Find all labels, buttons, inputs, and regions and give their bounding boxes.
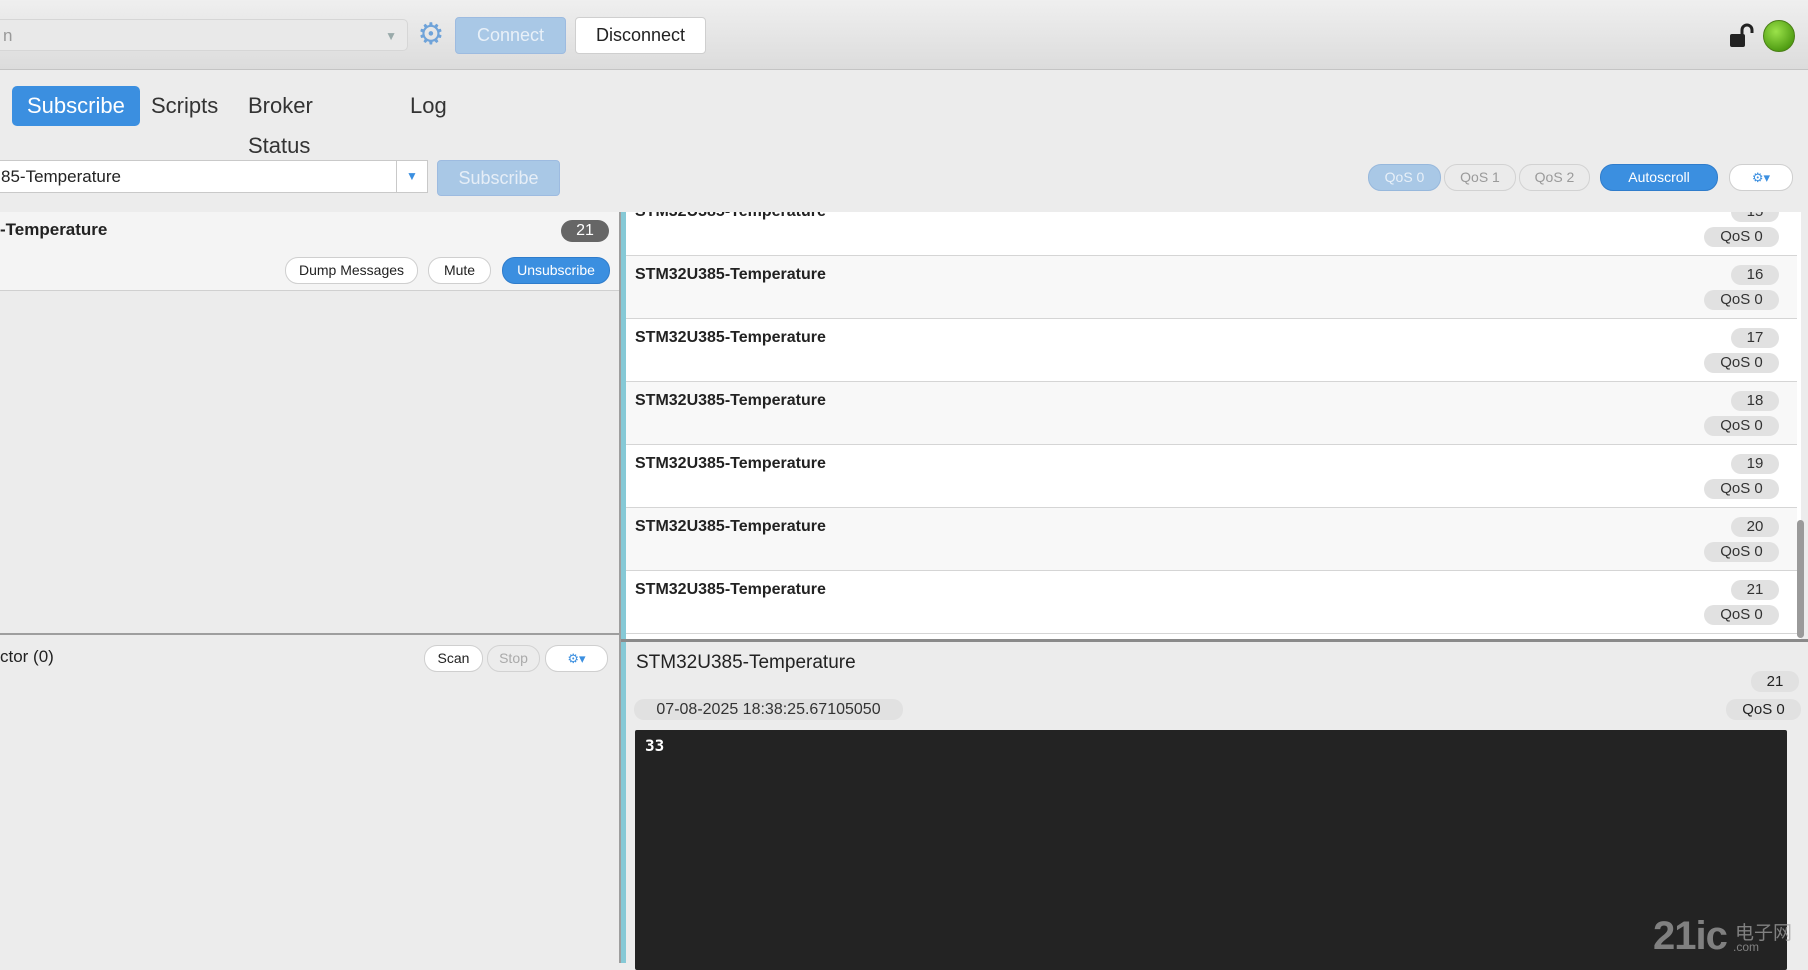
- detail-qos: QoS 0: [1726, 699, 1801, 720]
- gear-icon[interactable]: ⚙: [416, 18, 446, 52]
- subscription-item[interactable]: -Temperature 21 Dump Messages Mute Unsub…: [0, 212, 619, 291]
- dump-messages-button[interactable]: Dump Messages: [285, 257, 418, 284]
- message-topic: STM32U385-Temperature: [635, 581, 826, 598]
- message-qos: QoS 0: [1704, 227, 1779, 247]
- message-row[interactable]: STM32U385-Temperature 20 QoS 0: [626, 508, 1797, 571]
- detail-message-number: 21: [1751, 671, 1799, 692]
- scan-button[interactable]: Scan: [424, 645, 483, 672]
- topics-collector-panel: ctor (0) Scan Stop ⚙▾: [0, 635, 621, 963]
- chevron-down-icon[interactable]: ▼: [396, 160, 428, 193]
- detail-topic: STM32U385-Temperature: [636, 652, 856, 673]
- connection-toolbar: n ▼ ⚙ Connect Disconnect: [0, 0, 1808, 70]
- connection-profile-select[interactable]: n ▼: [0, 19, 408, 51]
- message-number: 21: [1731, 580, 1779, 600]
- watermark-logo: 21ic: [1653, 914, 1728, 958]
- message-row[interactable]: STM32U385-Temperature 15 QoS 0: [626, 212, 1797, 256]
- unsubscribe-button[interactable]: Unsubscribe: [502, 257, 610, 284]
- profile-select-value: n: [3, 26, 13, 45]
- topic-input[interactable]: 85-Temperature: [0, 160, 396, 193]
- watermark-logo-url: .com: [1733, 940, 1760, 954]
- connection-status-indicator: [1763, 20, 1795, 52]
- message-list: STM32U385-Temperature 15 QoS 0 STM32U385…: [621, 212, 1801, 639]
- collector-title: ctor (0): [0, 647, 54, 666]
- tab-subscribe[interactable]: Subscribe: [12, 86, 140, 126]
- detail-timestamp: 07-08-2025 18:38:25.67105050: [634, 699, 903, 720]
- message-number: 20: [1731, 517, 1779, 537]
- qos-0-button[interactable]: QoS 0: [1368, 164, 1441, 191]
- message-topic: STM32U385-Temperature: [635, 392, 826, 409]
- message-detail-panel: STM32U385-Temperature 21 07-08-2025 18:3…: [621, 642, 1808, 970]
- message-row[interactable]: STM32U385-Temperature 21 QoS 0: [626, 571, 1797, 634]
- subscribe-button[interactable]: Subscribe: [437, 160, 560, 196]
- message-list-scrollbar[interactable]: [1797, 520, 1804, 638]
- gear-dropdown-icon[interactable]: ⚙▾: [545, 645, 608, 672]
- message-topic: STM32U385-Temperature: [635, 266, 826, 283]
- message-qos: QoS 0: [1704, 542, 1779, 562]
- payload-text: 33: [645, 736, 665, 755]
- message-row[interactable]: STM32U385-Temperature 17 QoS 0: [626, 319, 1797, 382]
- tab-scripts[interactable]: Scripts: [136, 86, 233, 126]
- payload-viewer[interactable]: 33: [635, 730, 1787, 970]
- stop-button[interactable]: Stop: [487, 645, 540, 672]
- message-number: 17: [1731, 328, 1779, 348]
- tab-log[interactable]: Log: [395, 86, 462, 126]
- autoscroll-button[interactable]: Autoscroll: [1600, 164, 1718, 191]
- message-number: 18: [1731, 391, 1779, 411]
- subscription-message-count: 21: [561, 220, 609, 242]
- message-qos: QoS 0: [1704, 290, 1779, 310]
- message-number: 19: [1731, 454, 1779, 474]
- message-row[interactable]: STM32U385-Temperature 19 QoS 0: [626, 445, 1797, 508]
- message-number: 15: [1731, 212, 1779, 222]
- message-qos: QoS 0: [1704, 353, 1779, 373]
- unlock-icon: [1730, 23, 1754, 47]
- chevron-down-icon: ▼: [385, 29, 397, 43]
- message-topic: STM32U385-Temperature: [635, 329, 826, 346]
- message-qos: QoS 0: [1704, 479, 1779, 499]
- message-row[interactable]: STM32U385-Temperature 16 QoS 0: [626, 256, 1797, 319]
- qos-1-button[interactable]: QoS 1: [1444, 164, 1516, 191]
- disconnect-button[interactable]: Disconnect: [575, 17, 706, 54]
- message-topic: STM32U385-Temperature: [635, 455, 826, 472]
- message-number: 16: [1731, 265, 1779, 285]
- message-topic: STM32U385-Temperature: [635, 518, 826, 535]
- subscription-topic: -Temperature: [0, 220, 108, 239]
- message-qos: QoS 0: [1704, 416, 1779, 436]
- connect-button[interactable]: Connect: [455, 17, 566, 54]
- gear-dropdown-icon[interactable]: ⚙▾: [1729, 164, 1793, 191]
- qos-2-button[interactable]: QoS 2: [1519, 164, 1590, 191]
- message-topic: STM32U385-Temperature: [635, 212, 826, 221]
- subscriptions-panel: -Temperature 21 Dump Messages Mute Unsub…: [0, 212, 621, 633]
- message-row[interactable]: STM32U385-Temperature 18 QoS 0: [626, 382, 1797, 445]
- tab-broker-status[interactable]: Broker Status: [233, 86, 328, 158]
- mute-button[interactable]: Mute: [428, 257, 491, 284]
- message-qos: QoS 0: [1704, 605, 1779, 625]
